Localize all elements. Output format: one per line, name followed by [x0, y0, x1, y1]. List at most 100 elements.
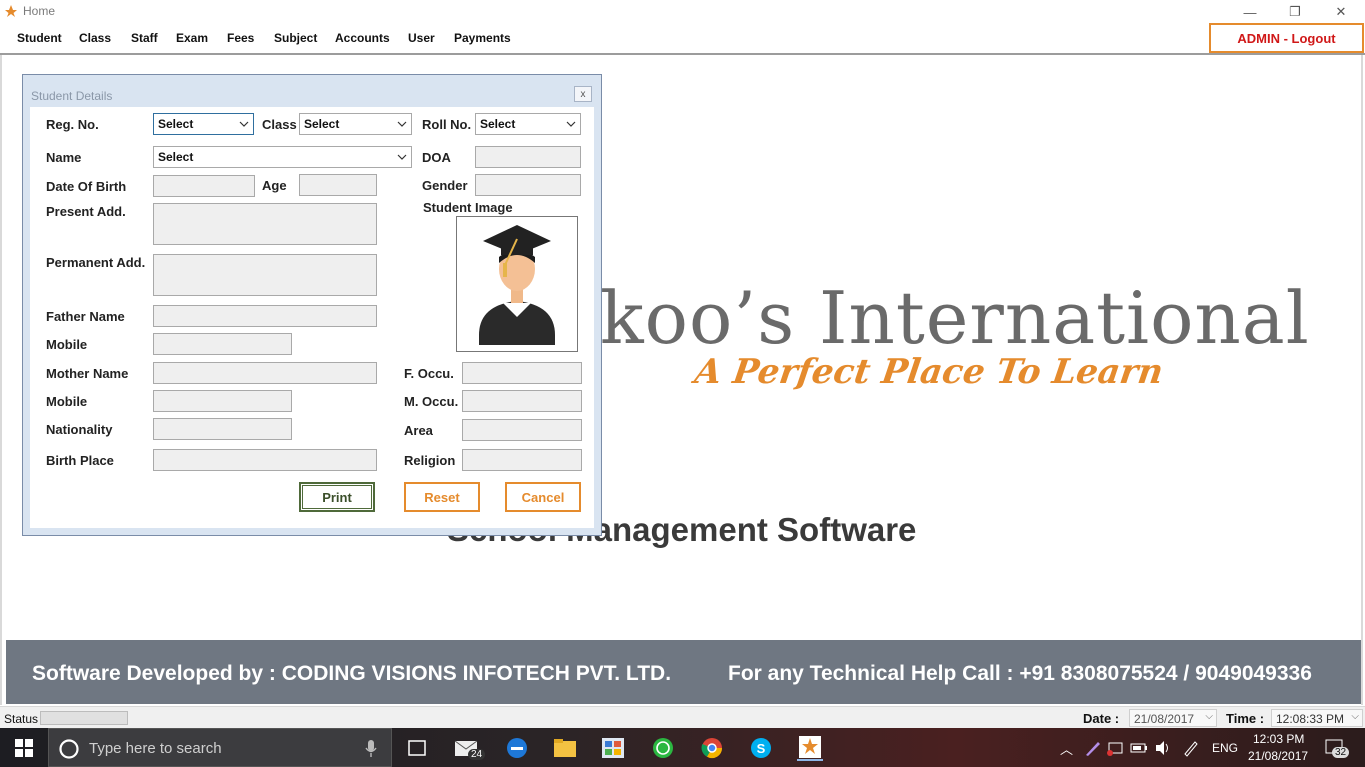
date-value: 21/08/2017 [1134, 712, 1195, 726]
cortana-circle-icon [59, 739, 79, 759]
whatsapp-icon[interactable] [650, 735, 676, 761]
volume-tray-icon[interactable] [1150, 735, 1176, 761]
reg-no-label: Reg. No. [46, 117, 99, 132]
windows-taskbar: Type here to search 24 S ︿ ENG 12:03 PM … [0, 728, 1365, 767]
menu-student[interactable]: Student [17, 31, 62, 45]
menu-accounts[interactable]: Accounts [335, 31, 390, 45]
dialog-close-button[interactable]: x [574, 86, 592, 102]
father-name-field[interactable] [153, 305, 377, 327]
menu-fees[interactable]: Fees [227, 31, 254, 45]
window-title: Home [23, 4, 56, 18]
notification-badge: 32 [1332, 747, 1350, 758]
birth-place-label: Birth Place [46, 453, 114, 468]
language-indicator[interactable]: ENG [1212, 741, 1238, 755]
date-picker[interactable]: 21/08/2017 ⌵ [1129, 709, 1217, 727]
birth-place-field[interactable] [153, 449, 377, 471]
area-field[interactable] [462, 419, 582, 441]
chevron-down-icon [397, 121, 407, 127]
restore-button[interactable]: ❐ [1272, 0, 1318, 24]
file-explorer-icon[interactable] [552, 735, 578, 761]
search-placeholder: Type here to search [89, 740, 222, 757]
tray-chevron-up-icon[interactable]: ︿ [1060, 739, 1073, 758]
mail-icon[interactable]: 24 [454, 735, 486, 761]
doa-label: DOA [422, 150, 451, 165]
menu-exam[interactable]: Exam [176, 31, 208, 45]
mother-mobile-label: Mobile [46, 394, 88, 409]
time-picker[interactable]: 12:08:33 PM ⌵ [1271, 709, 1363, 727]
religion-label: Religion [404, 453, 456, 468]
skype-icon[interactable]: S [748, 735, 774, 761]
footer-help-text: For any Technical Help Call : +91 830807… [728, 662, 1312, 685]
notification-center-icon[interactable]: 32 [1322, 735, 1350, 761]
status-bar: Status Date : 21/08/2017 ⌵ Time : 12:08:… [0, 706, 1365, 728]
present-address-field[interactable] [153, 203, 377, 245]
student-details-dialog: Student Details x Reg. No. Select Class … [22, 74, 602, 536]
menu-staff[interactable]: Staff [131, 31, 158, 45]
taskbar-search[interactable]: Type here to search [48, 728, 392, 767]
print-button[interactable]: Print [299, 482, 375, 512]
mother-occupation-field[interactable] [462, 390, 582, 412]
nationality-field[interactable] [153, 418, 292, 440]
menu-subject[interactable]: Subject [274, 31, 317, 45]
name-value: Select [158, 150, 194, 164]
father-occupation-label: F. Occu. [404, 366, 454, 381]
dob-field[interactable] [153, 175, 255, 197]
chevron-down-icon: ⌵ [1351, 711, 1359, 722]
mail-badge: 24 [468, 749, 486, 760]
clock-time[interactable]: 12:03 PM [1253, 732, 1304, 746]
class-value: Select [304, 117, 340, 131]
clock-date[interactable]: 21/08/2017 [1248, 749, 1308, 763]
student-photo[interactable] [456, 216, 578, 352]
school-app-taskbar-icon[interactable] [797, 735, 823, 761]
svg-text:S: S [757, 741, 766, 756]
class-select[interactable]: Select [299, 113, 412, 135]
name-select[interactable]: Select [153, 146, 412, 168]
ink-workspace-icon[interactable] [1178, 735, 1204, 761]
window-titlebar: Home — ❐ ✕ [0, 0, 1365, 24]
reg-no-value: Select [158, 117, 194, 131]
father-name-label: Father Name [46, 309, 125, 324]
mother-occupation-label: M. Occu. [404, 394, 459, 409]
father-mobile-field[interactable] [153, 333, 292, 355]
chrome-icon[interactable] [699, 735, 725, 761]
reg-no-select[interactable]: Select [153, 113, 254, 135]
mother-name-label: Mother Name [46, 366, 129, 381]
menu-user[interactable]: User [408, 31, 435, 45]
school-tagline: A Perfect Place To Learn [692, 352, 1166, 392]
mother-name-field[interactable] [153, 362, 377, 384]
dob-label: Date Of Birth [46, 179, 127, 194]
age-field[interactable] [299, 174, 377, 196]
doa-field[interactable] [475, 146, 581, 168]
status-progress [40, 711, 128, 725]
mother-mobile-field[interactable] [153, 390, 292, 412]
windows-logo-icon [15, 738, 33, 757]
menu-payments[interactable]: Payments [454, 31, 511, 45]
religion-field[interactable] [462, 449, 582, 471]
logout-button[interactable]: ADMIN - Logout [1209, 23, 1364, 53]
father-occupation-field[interactable] [462, 362, 582, 384]
age-label: Age [262, 178, 287, 193]
dialog-title: Student Details [31, 89, 113, 103]
start-button[interactable] [0, 728, 48, 767]
battery-tray-icon[interactable] [1126, 735, 1152, 761]
roll-no-label: Roll No. [422, 117, 472, 132]
control-panel-icon[interactable] [600, 735, 626, 761]
edge-browser-icon[interactable] [504, 735, 530, 761]
minimize-button[interactable]: — [1227, 0, 1273, 24]
reset-button[interactable]: Reset [404, 482, 480, 512]
gender-field[interactable] [475, 174, 581, 196]
roll-no-select[interactable]: Select [475, 113, 581, 135]
gender-label: Gender [422, 178, 468, 193]
menu-class[interactable]: Class [79, 31, 111, 45]
chevron-down-icon [566, 121, 576, 127]
permanent-address-label: Permanent Add. [46, 255, 146, 270]
network-tray-icon[interactable] [1102, 735, 1128, 761]
close-window-button[interactable]: ✕ [1318, 0, 1364, 24]
microphone-icon [365, 740, 377, 757]
permanent-address-field[interactable] [153, 254, 377, 296]
menu-divider [0, 53, 1365, 55]
roll-no-value: Select [480, 117, 516, 131]
task-view-icon[interactable] [404, 735, 430, 761]
cancel-button[interactable]: Cancel [505, 482, 581, 512]
time-label: Time : [1226, 711, 1265, 726]
